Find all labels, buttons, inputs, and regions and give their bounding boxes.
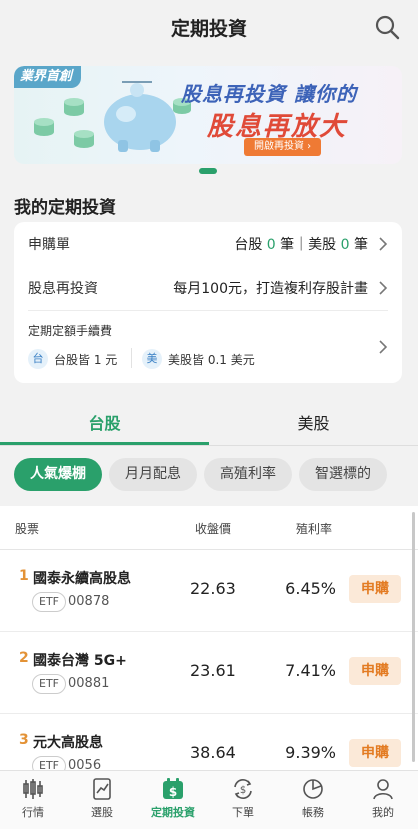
col-price: 收盤價 <box>195 522 232 536</box>
app-header: 定期投資 <box>0 0 418 56</box>
svg-text:$: $ <box>169 785 177 799</box>
section-title: 我的定期投資 <box>14 198 116 218</box>
active-tab-indicator <box>0 442 209 445</box>
chart-doc-icon <box>93 778 111 800</box>
dividend-yield: 6.45% <box>285 579 336 598</box>
candlestick-icon <box>23 779 43 799</box>
table-row[interactable]: 3 元大高股息 ETF 0056 38.64 9.39% 申購 <box>0 714 418 770</box>
chip-smart-pick[interactable]: 智選標的 <box>299 458 387 491</box>
bottom-nav: 行情 選股 $ 定期投資 $ 下單 帳務 我的 <box>0 770 418 829</box>
etf-tag: ETF <box>32 674 66 694</box>
table-row[interactable]: 2 國泰台灣 5G+ ETF 00881 23.61 7.41% 申購 <box>0 632 418 714</box>
scrollbar[interactable] <box>412 512 415 762</box>
promo-banner[interactable]: 業界首創 股息再投資 讓你的 股息再放大 開啟再投資 › <box>14 66 402 164</box>
calendar-dollar-icon: $ <box>163 778 183 799</box>
etf-tag: ETF <box>32 756 66 770</box>
stock-name: 元大高股息 <box>33 735 103 751</box>
search-icon[interactable] <box>374 14 400 40</box>
fee-separator <box>131 348 132 368</box>
chevron-right-icon <box>379 340 388 354</box>
orders-row[interactable]: 申購單 台股 0 筆｜美股 0 筆 <box>14 222 402 266</box>
tw-order-count: 0 <box>266 237 276 253</box>
dividend-reinvest-row[interactable]: 股息再投資 每月100元，打造複利存股計畫 <box>14 266 402 310</box>
orders-label: 申購單 <box>28 237 70 253</box>
table-row[interactable]: 1 國泰永續高股息 ETF 00878 22.63 6.45% 申購 <box>0 550 418 632</box>
close-price: 23.61 <box>190 661 236 680</box>
dividend-yield: 7.41% <box>285 661 336 680</box>
dividend-value: 每月100元，打造複利存股計畫 <box>173 281 368 297</box>
nav-item-regular-invest[interactable]: $ 定期投資 <box>143 777 203 820</box>
tab-us-stock[interactable]: 美股 <box>209 410 418 434</box>
stock-code: 00881 <box>68 676 110 691</box>
close-price: 22.63 <box>190 579 236 598</box>
rank: 2 <box>19 650 29 666</box>
banner-headline: 股息再投資 讓你的 <box>181 82 357 106</box>
col-yield: 殖利率 <box>296 522 333 536</box>
dividend-yield: 9.39% <box>285 743 336 762</box>
tab-tw-stock[interactable]: 台股 <box>0 410 209 434</box>
stock-code: 0056 <box>68 758 102 770</box>
page-title: 定期投資 <box>170 18 247 40</box>
filter-chips: 人氣爆棚 月月配息 高殖利率 智選標的 <box>14 458 418 492</box>
us-market-icon: 美 <box>142 349 162 369</box>
etf-tag: ETF <box>32 592 66 612</box>
col-stock: 股票 <box>15 522 40 536</box>
nav-item-quotes[interactable]: 行情 <box>3 777 63 820</box>
user-icon <box>373 779 393 800</box>
chevron-right-icon <box>379 281 388 295</box>
rank: 1 <box>19 568 29 584</box>
chip-monthly-dividend[interactable]: 月月配息 <box>109 458 197 491</box>
us-order-count: 0 <box>340 237 350 253</box>
stock-name: 國泰台灣 5G+ <box>33 653 127 669</box>
fee-title: 定期定額手續費 <box>28 324 113 338</box>
fee-tw-text: 台股皆 1 元 <box>54 352 118 367</box>
nav-item-profile[interactable]: 我的 <box>353 777 413 820</box>
stock-code: 00878 <box>68 594 110 609</box>
divider <box>28 310 388 311</box>
nav-item-screener[interactable]: 選股 <box>72 777 132 820</box>
nav-item-account[interactable]: 帳務 <box>283 777 343 820</box>
pie-chart-icon <box>303 779 323 799</box>
carousel-indicator <box>199 168 217 174</box>
fee-tw: 台 台股皆 1 元 <box>28 348 117 370</box>
orders-summary: 台股 0 筆｜美股 0 筆 <box>234 237 368 253</box>
stock-name: 國泰永續高股息 <box>33 571 131 587</box>
banner-cta-button[interactable]: 開啟再投資 › <box>244 138 322 156</box>
stock-list: 股票 收盤價 殖利率 1 國泰永續高股息 ETF 00878 22.63 6.4… <box>0 506 418 770</box>
chip-high-yield[interactable]: 高殖利率 <box>204 458 292 491</box>
market-tabs: 台股 美股 <box>0 398 418 446</box>
rank: 3 <box>19 732 29 748</box>
svg-text:$: $ <box>240 785 246 796</box>
dividend-label: 股息再投資 <box>28 281 98 297</box>
fee-us-text: 美股皆 0.1 美元 <box>168 352 255 367</box>
chip-popular[interactable]: 人氣爆棚 <box>14 458 102 491</box>
nav-item-order[interactable]: $ 下單 <box>213 777 273 820</box>
exchange-dollar-icon: $ <box>234 779 252 799</box>
subscribe-button[interactable]: 申購 <box>349 657 401 685</box>
list-header: 股票 收盤價 殖利率 <box>0 506 418 550</box>
subscribe-button[interactable]: 申購 <box>349 575 401 603</box>
my-investment-card: 申購單 台股 0 筆｜美股 0 筆 股息再投資 每月100元，打造複利存股計畫 … <box>14 222 402 383</box>
fee-us: 美 美股皆 0.1 美元 <box>142 348 255 370</box>
promo-badge: 業界首創 <box>14 66 82 88</box>
close-price: 38.64 <box>190 743 236 762</box>
chevron-right-icon <box>379 237 388 251</box>
subscribe-button[interactable]: 申購 <box>349 739 401 767</box>
tw-market-icon: 台 <box>28 349 48 369</box>
